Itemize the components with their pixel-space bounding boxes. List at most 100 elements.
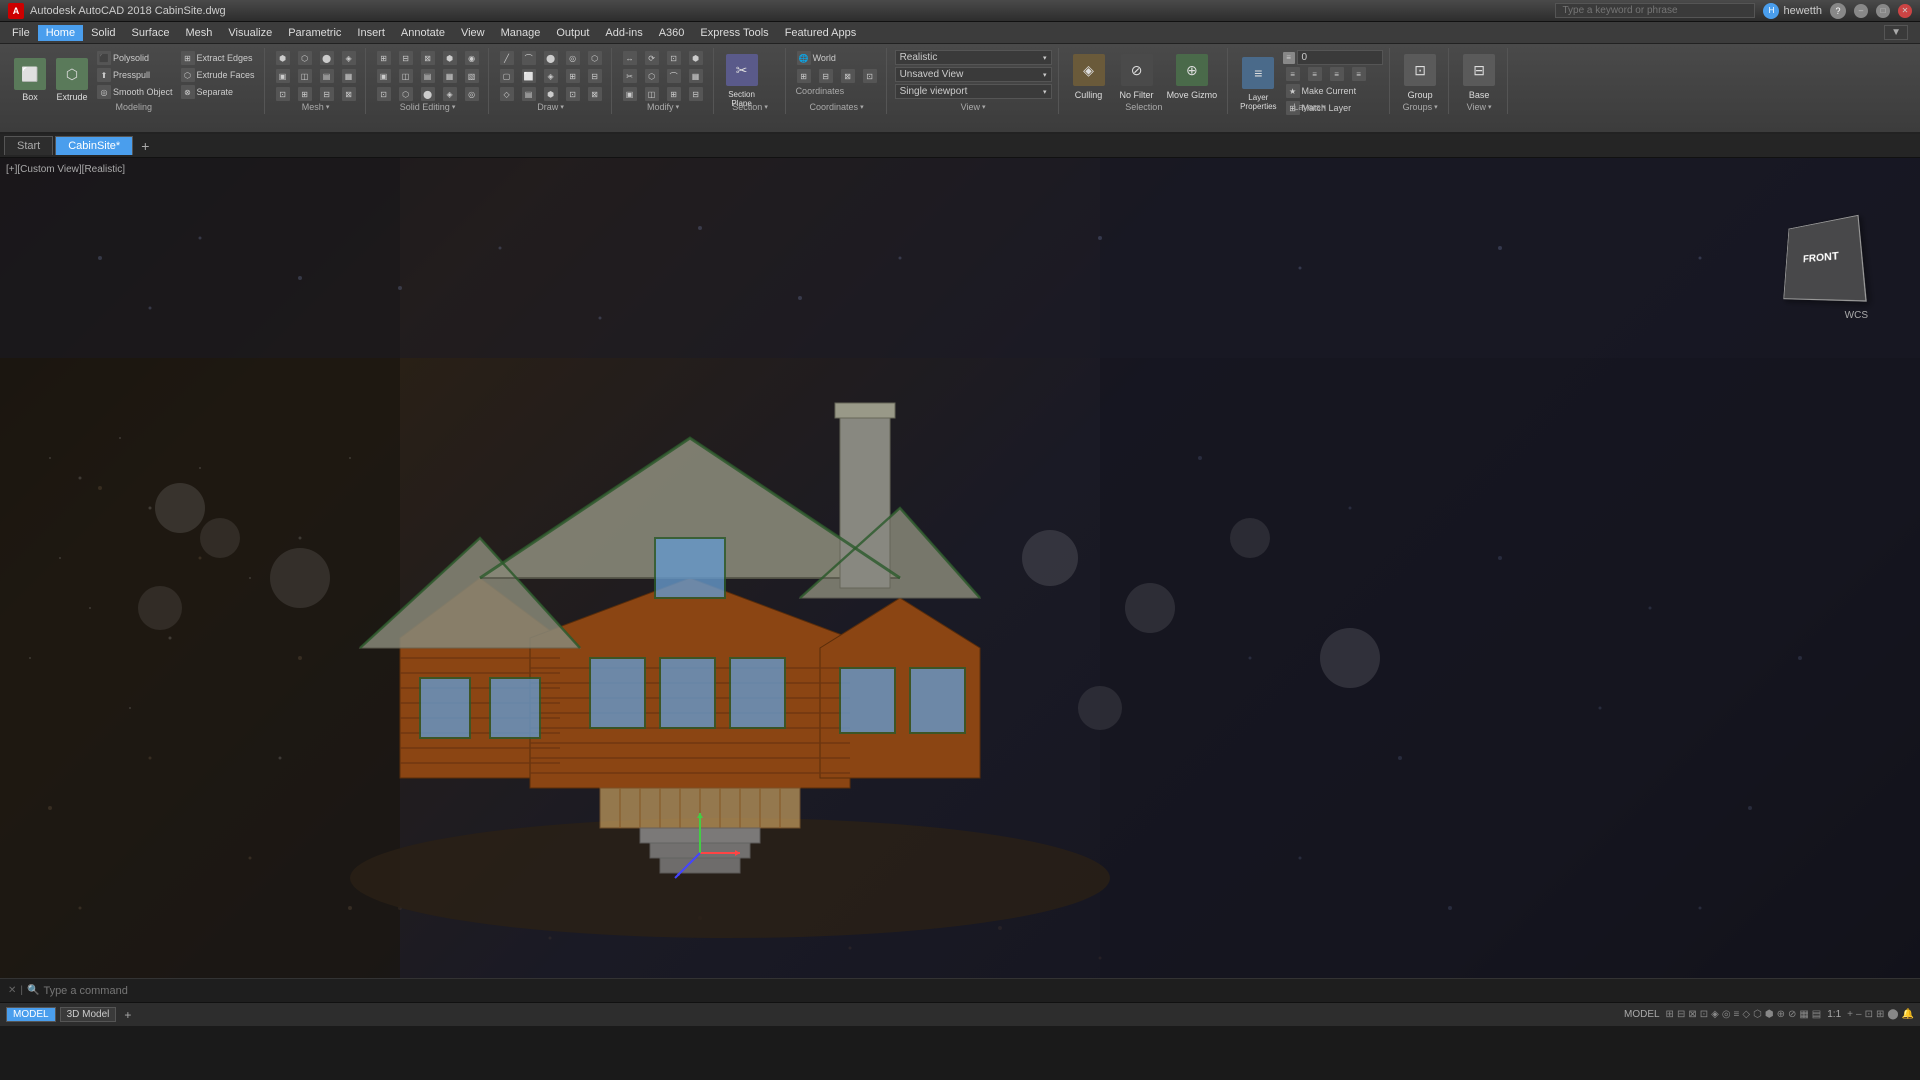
nav-cube[interactable]: FRONT <box>1783 215 1866 302</box>
zoom-btn3[interactable]: ⊡ <box>1865 1009 1873 1020</box>
mesh-btn6[interactable]: ◫ <box>295 68 315 84</box>
maximize-button[interactable]: □ <box>1876 4 1890 18</box>
solid-edit-btn13[interactable]: ⬤ <box>418 86 438 102</box>
zoom-btn2[interactable]: – <box>1856 1009 1862 1020</box>
mesh-btn5[interactable]: ▣ <box>273 68 293 84</box>
mod-btn8[interactable]: ▦ <box>686 68 706 84</box>
box-button[interactable]: ⬜ Box <box>10 50 50 110</box>
model-tab-button[interactable]: MODEL <box>6 1007 56 1022</box>
mesh-btn12[interactable]: ⊠ <box>339 86 359 102</box>
draw-btn7[interactable]: ⬜ <box>519 68 539 84</box>
object-snap-btn[interactable]: ◈ <box>1711 1009 1719 1020</box>
draw-btn15[interactable]: ⊠ <box>585 86 605 102</box>
snap-btn[interactable]: ⊟ <box>1677 1009 1685 1020</box>
tab-cabin[interactable]: CabinSite* <box>55 136 133 155</box>
minimize-button[interactable]: – <box>1854 4 1868 18</box>
base-button[interactable]: ⊟ Base <box>1457 50 1501 106</box>
draw-btn12[interactable]: ▤ <box>519 86 539 102</box>
coord-btn4[interactable]: ⊡ <box>860 68 880 84</box>
lineweight-btn[interactable]: ≡ <box>1734 1009 1740 1020</box>
mod-btn12[interactable]: ⊟ <box>686 86 706 102</box>
menu-featured[interactable]: Featured Apps <box>777 25 865 41</box>
help-button[interactable]: ? <box>1830 3 1846 19</box>
draw-btn1[interactable]: ╱ <box>497 50 517 66</box>
mesh-btn9[interactable]: ⊡ <box>273 86 293 102</box>
unsaved-view-dropdown[interactable]: Unsaved View ▾ <box>895 67 1052 82</box>
extrude-button[interactable]: ⬡ Extrude <box>52 50 92 110</box>
group-button[interactable]: ⊡ Group <box>1398 50 1442 106</box>
draw-btn14[interactable]: ⊡ <box>563 86 583 102</box>
polysolid-button[interactable]: ⬛ Polysolid <box>94 50 176 66</box>
menu-mesh[interactable]: Mesh <box>177 25 220 41</box>
mesh-btn4[interactable]: ◈ <box>339 50 359 66</box>
smooth-button[interactable]: ◎ Smooth Object <box>94 84 176 100</box>
notification-btn[interactable]: 🔔 <box>1902 1009 1914 1020</box>
draw-btn6[interactable]: ▢ <box>497 68 517 84</box>
menu-solid[interactable]: Solid <box>83 25 123 41</box>
osnap-tracking-btn[interactable]: ◎ <box>1722 1009 1731 1020</box>
draw-btn10[interactable]: ⊟ <box>585 68 605 84</box>
workspace-dropdown[interactable]: ▼ <box>1884 25 1908 40</box>
solid-edit-btn2[interactable]: ⊟ <box>396 50 416 66</box>
3d-model-tab-button[interactable]: 3D Model <box>60 1007 117 1022</box>
mod-btn1[interactable]: ↔ <box>620 50 640 66</box>
solid-edit-btn3[interactable]: ⊠ <box>418 50 438 66</box>
draw-btn3[interactable]: ⬤ <box>541 50 561 66</box>
quick-props-btn[interactable]: ▦ <box>1799 1009 1808 1020</box>
grid-btn[interactable]: ⊞ <box>1666 1009 1674 1020</box>
menu-surface[interactable]: Surface <box>124 25 178 41</box>
mesh-btn8[interactable]: ▦ <box>339 68 359 84</box>
menu-visualize[interactable]: Visualize <box>220 25 280 41</box>
mod-btn5[interactable]: ✂ <box>620 68 640 84</box>
menu-annotate[interactable]: Annotate <box>393 25 453 41</box>
solid-edit-btn1[interactable]: ⊞ <box>374 50 394 66</box>
menu-manage[interactable]: Manage <box>493 25 549 41</box>
mod-btn3[interactable]: ⊡ <box>664 50 684 66</box>
coord-btn2[interactable]: ⊟ <box>816 68 836 84</box>
mod-btn10[interactable]: ◫ <box>642 86 662 102</box>
layer-btn2[interactable]: ≡ <box>1305 66 1325 82</box>
solid-edit-btn8[interactable]: ▤ <box>418 68 438 84</box>
menu-insert[interactable]: Insert <box>349 25 393 41</box>
draw-btn4[interactable]: ◎ <box>563 50 583 66</box>
mod-btn11[interactable]: ⊞ <box>664 86 684 102</box>
transparency-btn[interactable]: ◇ <box>1742 1009 1750 1020</box>
mod-btn2[interactable]: ⟳ <box>642 50 662 66</box>
mesh-btn10[interactable]: ⊞ <box>295 86 315 102</box>
mesh-btn7[interactable]: ▤ <box>317 68 337 84</box>
hardware-accel-btn[interactable]: ⬤ <box>1887 1009 1898 1020</box>
solid-edit-btn11[interactable]: ⊡ <box>374 86 394 102</box>
menu-parametric[interactable]: Parametric <box>280 25 349 41</box>
draw-btn5[interactable]: ⬡ <box>585 50 605 66</box>
mesh-btn3[interactable]: ⬤ <box>317 50 337 66</box>
mod-btn4[interactable]: ⬢ <box>686 50 706 66</box>
draw-btn13[interactable]: ⬢ <box>541 86 561 102</box>
menu-addins[interactable]: Add-ins <box>597 25 650 41</box>
solid-edit-btn10[interactable]: ▧ <box>462 68 482 84</box>
menu-expresstools[interactable]: Express Tools <box>692 25 776 41</box>
coord-btn1[interactable]: ⊞ <box>794 68 814 84</box>
solid-edit-btn4[interactable]: ⬢ <box>440 50 460 66</box>
extract-edges-button[interactable]: ⊞ Extract Edges <box>178 50 258 66</box>
solid-edit-btn7[interactable]: ◫ <box>396 68 416 84</box>
app-icon[interactable]: A <box>8 3 24 19</box>
menu-a360[interactable]: A360 <box>651 25 693 41</box>
dynamic-ucs-btn[interactable]: ⊕ <box>1777 1009 1785 1020</box>
3d-osnap-btn[interactable]: ⬢ <box>1765 1009 1774 1020</box>
section-plane-button[interactable]: ✂ SectionPlane <box>722 50 762 110</box>
menu-output[interactable]: Output <box>548 25 597 41</box>
zoom-btn4[interactable]: ⊞ <box>1876 1009 1884 1020</box>
mod-btn6[interactable]: ⬡ <box>642 68 662 84</box>
tab-start[interactable]: Start <box>4 136 53 155</box>
command-x-button[interactable]: ✕ <box>8 985 16 996</box>
zoom-btn1[interactable]: + <box>1847 1009 1853 1020</box>
command-input[interactable] <box>43 985 1912 997</box>
menu-home[interactable]: Home <box>38 25 83 41</box>
close-button[interactable]: ✕ <box>1898 4 1912 18</box>
solid-edit-btn14[interactable]: ◈ <box>440 86 460 102</box>
layer-btn3[interactable]: ≡ <box>1327 66 1347 82</box>
draw-btn2[interactable]: ⌒ <box>519 50 539 66</box>
make-current-button[interactable]: ★ Make Current <box>1283 83 1384 99</box>
solid-edit-btn9[interactable]: ▦ <box>440 68 460 84</box>
no-filter-button[interactable]: ⊘ No Filter <box>1115 50 1159 106</box>
